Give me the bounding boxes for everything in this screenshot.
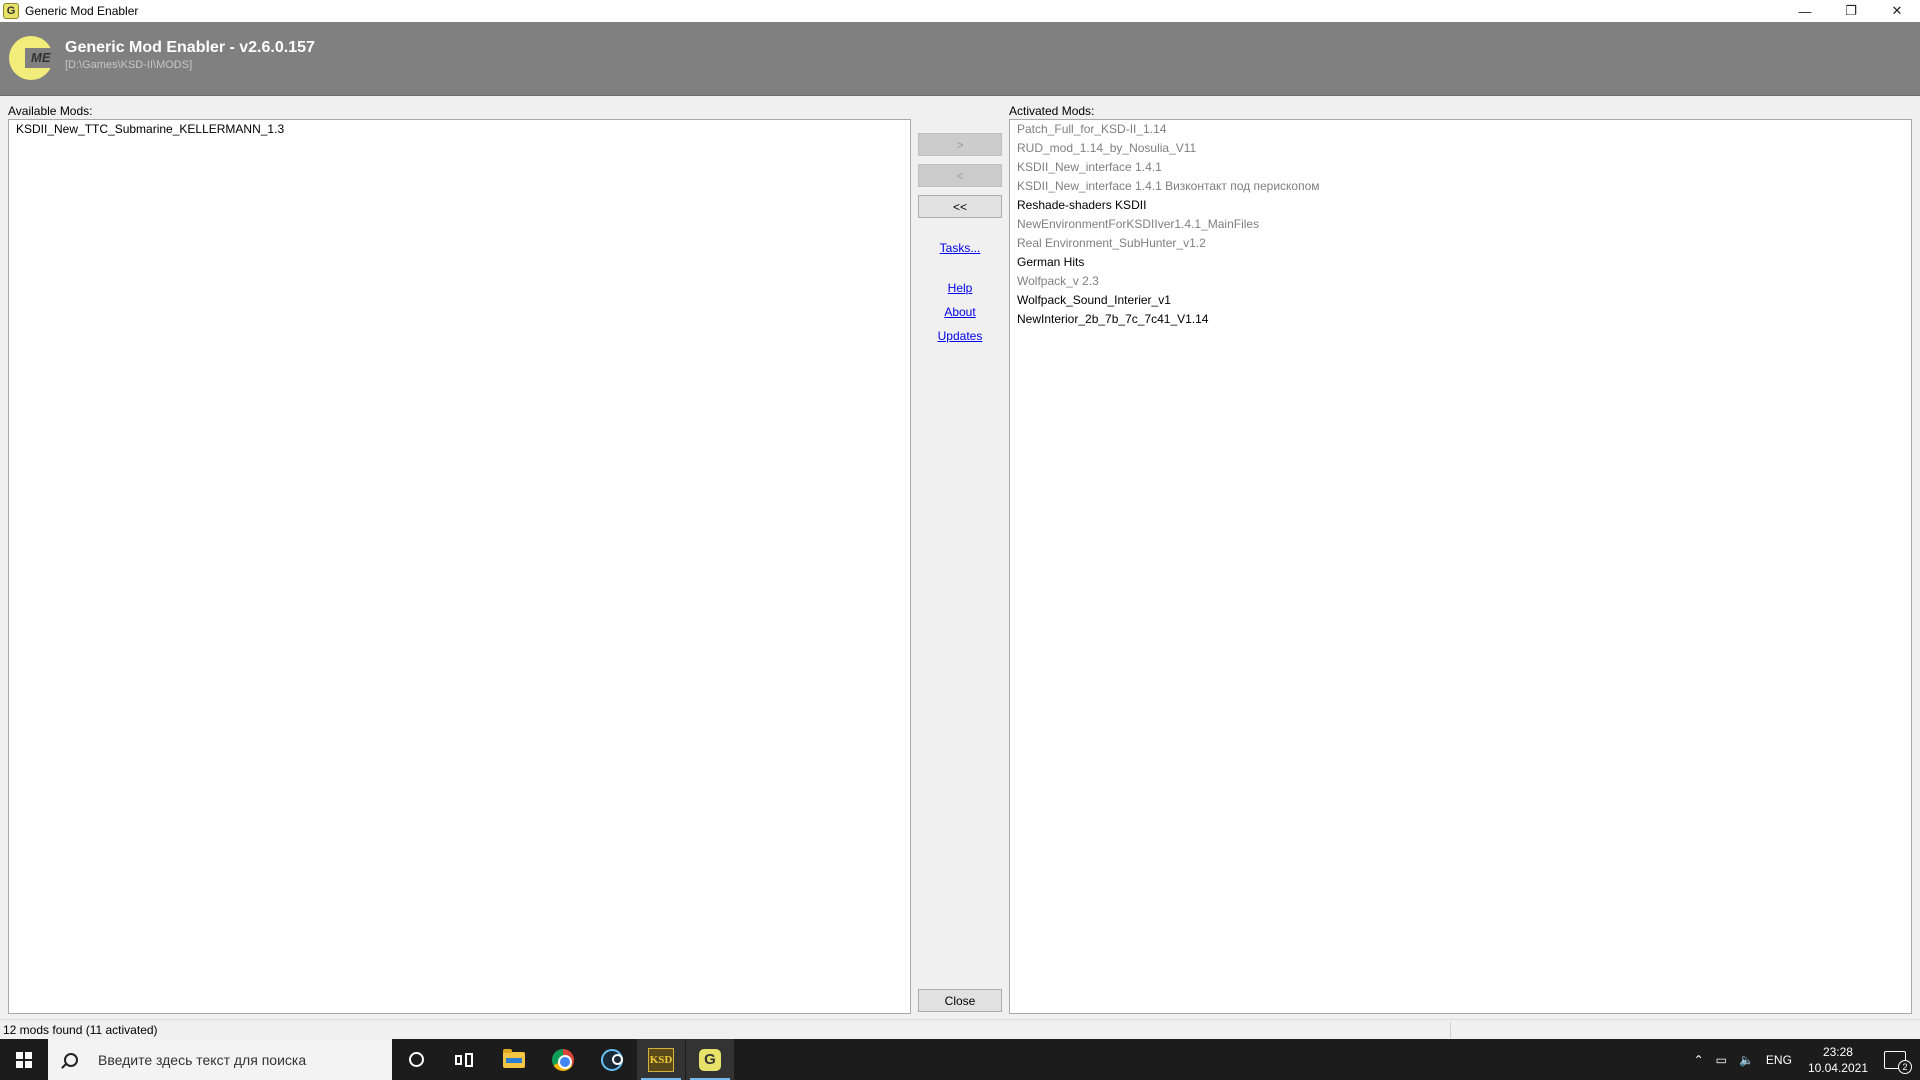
activated-mod-item[interactable]: KSDII_New_interface 1.4.1 — [1010, 158, 1911, 177]
search-placeholder: Введите здесь текст для поиска — [98, 1051, 307, 1068]
activate-button[interactable]: > — [918, 133, 1002, 156]
status-text: 12 mods found (11 activated) — [3, 1023, 158, 1037]
activated-mod-item[interactable]: Wolfpack_Sound_Interier_v1 — [1010, 291, 1911, 310]
title-bar: G Generic Mod Enabler — ❐ ✕ — [0, 0, 1920, 22]
about-link[interactable]: About — [918, 305, 1002, 319]
system-tray: ⌃ ▭ 🔈 ENG 23:28 10.04.2021 2 — [1688, 1039, 1920, 1080]
activated-mod-item[interactable]: German Hits — [1010, 253, 1911, 272]
window-title: Generic Mod Enabler — [25, 4, 139, 18]
close-button[interactable]: Close — [918, 989, 1002, 1012]
task-view-icon — [455, 1052, 473, 1067]
deactivate-button[interactable]: < — [918, 164, 1002, 187]
clock-date: 10.04.2021 — [1807, 1060, 1868, 1075]
gme-icon: G — [699, 1048, 721, 1071]
steam-icon — [601, 1048, 623, 1071]
task-view-button[interactable] — [440, 1039, 488, 1080]
app-name: Generic Mod Enabler - v2.6.0.157 — [65, 39, 315, 56]
available-mod-item[interactable]: KSDII_New_TTC_Submarine_KELLERMANN_1.3 — [9, 120, 910, 139]
minimize-button[interactable]: — — [1782, 0, 1828, 22]
taskbar: Введите здесь текст для поиска KSD G ⌃ ▭… — [0, 1039, 1920, 1080]
notification-icon[interactable]: 2 — [1884, 1050, 1912, 1074]
cortana-button[interactable] — [392, 1039, 440, 1080]
chrome-icon — [552, 1048, 574, 1071]
header-banner: ME Generic Mod Enabler - v2.6.0.157 [D:\… — [0, 22, 1920, 96]
ksd-icon: KSD — [648, 1047, 674, 1072]
available-mods-list[interactable]: KSDII_New_TTC_Submarine_KELLERMANN_1.3 — [8, 119, 911, 1014]
language-indicator[interactable]: ENG — [1766, 1053, 1792, 1067]
cortana-icon — [408, 1052, 424, 1067]
clock-time: 23:28 — [1822, 1044, 1853, 1059]
activated-mods-list[interactable]: Patch_Full_for_KSD-II_1.14 RUD_mod_1.14_b… — [1009, 119, 1912, 1014]
activated-mod-item[interactable]: RUD_mod_1.14_by_Nosulia_V11 — [1010, 139, 1911, 158]
updates-link[interactable]: Updates — [918, 329, 1002, 343]
gme-app-button[interactable]: G — [686, 1039, 734, 1080]
logo-text: ME — [31, 50, 51, 65]
start-button[interactable] — [0, 1039, 48, 1080]
restore-button[interactable]: ❐ — [1828, 0, 1874, 22]
help-link[interactable]: Help — [918, 281, 1002, 295]
activated-mod-item[interactable]: Real Environment_SubHunter_v1.2 — [1010, 234, 1911, 253]
clock[interactable]: 23:28 10.04.2021 — [1808, 1044, 1868, 1076]
volume-icon[interactable]: 🔈 — [1739, 1053, 1754, 1067]
activated-mod-item[interactable]: KSDII_New_interface 1.4.1 Визконтакт под… — [1010, 177, 1911, 196]
network-icon[interactable]: ▭ — [1716, 1053, 1727, 1067]
activated-mod-item[interactable]: Wolfpack_v 2.3 — [1010, 272, 1911, 291]
app-icon: G — [3, 3, 19, 19]
status-separator — [1450, 1022, 1451, 1038]
activated-mod-item[interactable]: Patch_Full_for_KSD-II_1.14 — [1010, 120, 1911, 139]
status-bar: 12 mods found (11 activated) — [0, 1019, 1920, 1039]
ksd-game-button[interactable]: KSD — [637, 1039, 685, 1080]
tasks-link[interactable]: Tasks... — [918, 241, 1002, 255]
deactivate-all-button[interactable]: << — [918, 195, 1002, 218]
activated-mod-item[interactable]: NewInterior_2b_7b_7c_7c41_V1.14 — [1010, 310, 1911, 329]
activated-mod-item[interactable]: NewEnvironmentForKSDIIver1.4.1_MainFiles — [1010, 215, 1911, 234]
close-window-button[interactable]: ✕ — [1874, 0, 1920, 22]
file-explorer-button[interactable] — [490, 1039, 538, 1080]
available-mods-label: Available Mods: — [8, 104, 93, 118]
activated-mods-label: Activated Mods: — [1009, 104, 1095, 118]
activated-mod-item[interactable]: Reshade-shaders KSDII — [1010, 196, 1911, 215]
notification-count: 2 — [1898, 1059, 1912, 1074]
windows-logo-icon — [16, 1051, 32, 1068]
chevron-up-icon[interactable]: ⌃ — [1694, 1053, 1704, 1067]
chrome-button[interactable] — [539, 1039, 587, 1080]
search-icon — [64, 1052, 78, 1067]
steam-button[interactable] — [588, 1039, 636, 1080]
window-controls: — ❐ ✕ — [1782, 0, 1920, 22]
gme-logo-icon: ME — [9, 36, 55, 80]
mods-path: [D:\Games\KSD-II\MODS] — [65, 59, 193, 71]
taskbar-search[interactable]: Введите здесь текст для поиска — [48, 1039, 392, 1080]
folder-icon — [503, 1048, 525, 1068]
